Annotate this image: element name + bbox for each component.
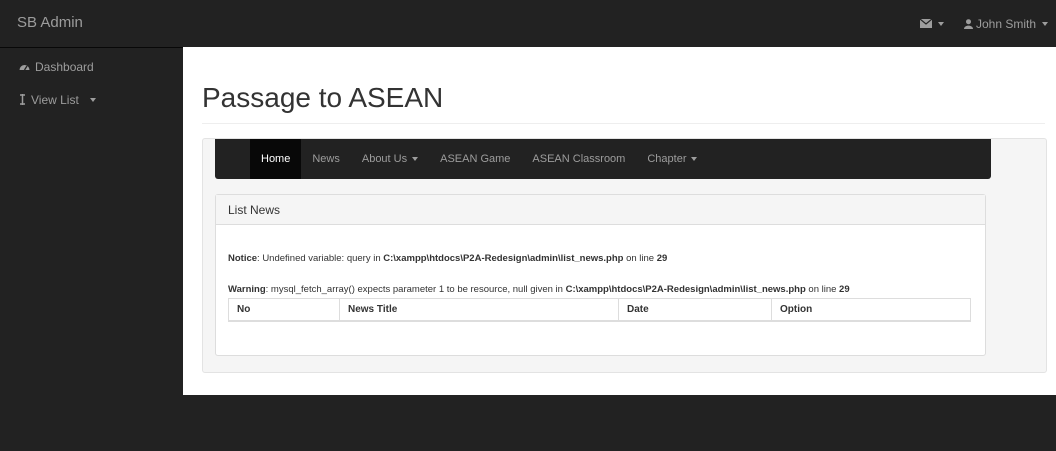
chevron-down-icon bbox=[412, 157, 419, 161]
sidebar-item-dashboard[interactable]: Dashboard bbox=[0, 50, 183, 83]
chevron-down-icon bbox=[1042, 21, 1048, 26]
warning-label: Warning bbox=[228, 284, 266, 295]
chevron-down-icon bbox=[937, 21, 944, 26]
nav-about-us[interactable]: About Us bbox=[351, 139, 429, 179]
footer-area bbox=[183, 395, 1056, 451]
column-header-date: Date bbox=[618, 298, 772, 322]
nav-label: Chapter bbox=[647, 153, 687, 165]
notice-label: Notice bbox=[228, 253, 258, 264]
warning-line-number: 29 bbox=[839, 284, 850, 295]
php-warning: Warning: mysql_fetch_array() expects par… bbox=[228, 284, 850, 295]
warning-text: : mysql_fetch_array() expects parameter … bbox=[265, 284, 566, 295]
site-navbar: Home News About Us ASEAN Game ASEAN Clas… bbox=[215, 139, 991, 179]
sidebar: Dashboard View List bbox=[0, 48, 183, 451]
nav-asean-game[interactable]: ASEAN Game bbox=[429, 139, 521, 179]
messages-dropdown[interactable] bbox=[912, 0, 952, 47]
chevron-down-icon bbox=[691, 157, 698, 161]
sidebar-item-label: View List bbox=[31, 92, 79, 107]
user-icon bbox=[963, 18, 973, 29]
content-well: Home News About Us ASEAN Game ASEAN Clas… bbox=[202, 138, 1047, 373]
user-dropdown[interactable]: John Smith bbox=[956, 0, 1056, 47]
column-header-no: No bbox=[228, 298, 340, 322]
table-header-row: No News Title Date Option bbox=[228, 298, 971, 322]
notice-path: C:\xampp\htdocs\P2A-Redesign\admin\list_… bbox=[383, 253, 624, 264]
php-notice: Notice: Undefined variable: query in C:\… bbox=[228, 253, 667, 264]
warning-suffix: on line bbox=[805, 284, 840, 295]
notice-suffix: on line bbox=[623, 253, 657, 264]
list-news-panel: List News Notice: Undefined variable: qu… bbox=[215, 194, 986, 356]
nav-label: About Us bbox=[361, 153, 408, 165]
dashboard-icon bbox=[19, 64, 30, 70]
brand-link[interactable]: SB Admin bbox=[17, 14, 83, 31]
nav-news[interactable]: News bbox=[301, 139, 351, 179]
title-divider bbox=[202, 123, 1045, 124]
column-header-option: Option bbox=[771, 298, 971, 322]
sidebar-item-view-list[interactable]: View List bbox=[0, 83, 183, 116]
news-table: No News Title Date Option bbox=[228, 298, 971, 322]
chevron-down-icon bbox=[89, 97, 96, 102]
list-icon bbox=[20, 94, 25, 105]
nav-chapter[interactable]: Chapter bbox=[636, 139, 708, 179]
nav-asean-classroom[interactable]: ASEAN Classroom bbox=[521, 139, 636, 179]
warning-path: C:\xampp\htdocs\P2A-Redesign\admin\list_… bbox=[565, 284, 806, 295]
column-header-news-title: News Title bbox=[339, 298, 619, 322]
envelope-icon bbox=[919, 19, 932, 28]
sidebar-item-label: Dashboard bbox=[35, 59, 94, 74]
notice-text: : Undefined variable: query in bbox=[257, 253, 384, 264]
notice-line-number: 29 bbox=[656, 253, 668, 264]
user-name: John Smith bbox=[975, 16, 1036, 31]
top-right-menu: John Smith bbox=[912, 0, 1056, 47]
page-title: Passage to ASEAN bbox=[202, 82, 444, 113]
main-content: Passage to ASEAN Home News About Us ASEA… bbox=[183, 47, 1056, 395]
top-navbar: SB Admin John Smith bbox=[0, 0, 1056, 48]
nav-home[interactable]: Home bbox=[250, 139, 302, 179]
panel-heading: List News bbox=[216, 195, 985, 225]
